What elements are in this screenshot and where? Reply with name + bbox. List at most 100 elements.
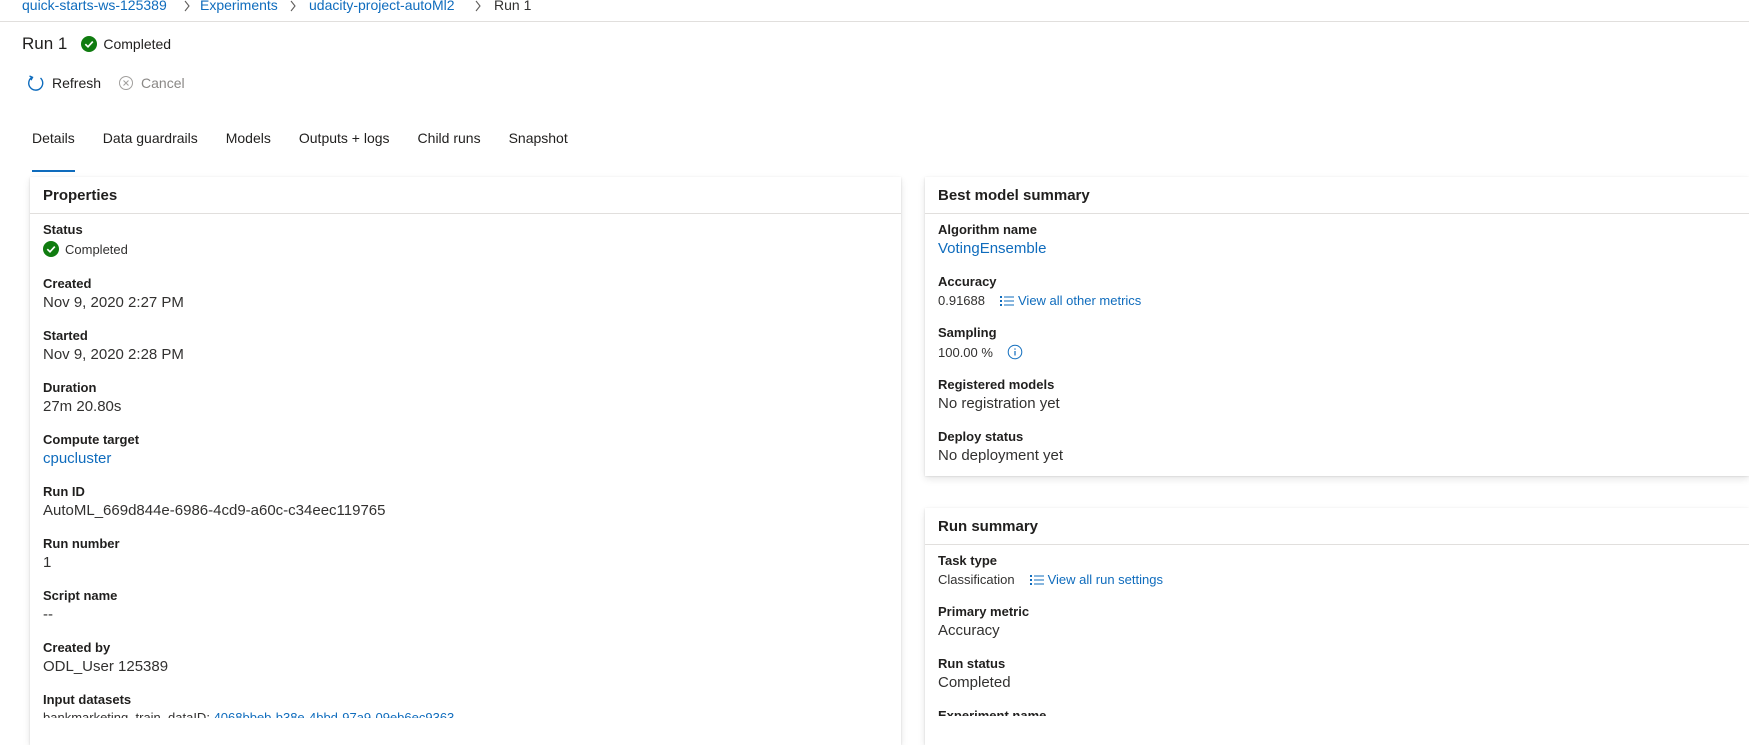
created-field: Created Nov 9, 2020 2:27 PM bbox=[43, 276, 184, 311]
script-name-value: -- bbox=[43, 606, 53, 623]
experiment-name-label: Experiment name bbox=[938, 708, 1047, 716]
run-id-value: AutoML_669d844e-6986-4cd9-a60c-c34eec119… bbox=[43, 502, 386, 519]
tab-models[interactable]: Models bbox=[216, 126, 281, 160]
compute-target-link[interactable]: cpucluster bbox=[43, 450, 139, 467]
breadcrumb-current: Run 1 bbox=[494, 0, 532, 13]
chevron-right-icon bbox=[290, 0, 296, 12]
breadcrumb-workspace[interactable]: quick-starts-ws-125389 bbox=[22, 0, 167, 13]
duration-value: 27m 20.80s bbox=[43, 398, 122, 415]
duration-label: Duration bbox=[43, 380, 97, 395]
accuracy-field: Accuracy 0.91688 View all other metrics bbox=[938, 274, 1141, 308]
check-circle-icon bbox=[81, 36, 98, 52]
refresh-icon bbox=[28, 75, 44, 91]
breadcrumb-experiments[interactable]: Experiments bbox=[200, 0, 278, 13]
duration-field: Duration 27m 20.80s bbox=[43, 380, 121, 415]
page-header: Run 1 Completed bbox=[22, 32, 171, 56]
sampling-row: 100.00 % bbox=[938, 344, 1023, 360]
task-type-row: Classification View all run settings bbox=[938, 572, 1163, 587]
registered-models-label: Registered models bbox=[938, 377, 1055, 392]
best-model-title: Best model summary bbox=[925, 177, 1749, 214]
tab-outputs-logs[interactable]: Outputs + logs bbox=[289, 126, 400, 160]
started-value: Nov 9, 2020 2:28 PM bbox=[43, 346, 184, 363]
refresh-button[interactable]: Refresh bbox=[27, 74, 101, 92]
primary-metric-value: Accuracy bbox=[938, 622, 1000, 639]
run-summary-card: Run summary Task type Classification Vie… bbox=[925, 508, 1749, 745]
script-name-field: Script name -- bbox=[43, 588, 117, 623]
run-number-field: Run number 1 bbox=[43, 536, 120, 571]
compute-target-label: Compute target bbox=[43, 432, 140, 447]
created-value: Nov 9, 2020 2:27 PM bbox=[43, 294, 184, 311]
status-badge: Completed bbox=[81, 36, 171, 52]
tab-bar: Details Data guardrails Models Outputs +… bbox=[22, 126, 586, 172]
tab-data-guardrails[interactable]: Data guardrails bbox=[93, 126, 208, 160]
deploy-status-value: No deployment yet bbox=[938, 447, 1064, 464]
algorithm-field: Algorithm name VotingEnsemble bbox=[938, 222, 1046, 257]
registered-models-value: No registration yet bbox=[938, 395, 1060, 412]
primary-metric-field: Primary metric Accuracy bbox=[938, 604, 1029, 639]
input-datasets-text: bankmarketing_train, dataID: bbox=[43, 710, 210, 718]
properties-title: Properties bbox=[30, 177, 901, 214]
view-metrics-link[interactable]: View all other metrics bbox=[1000, 293, 1141, 308]
run-number-label: Run number bbox=[43, 536, 120, 551]
chevron-right-icon bbox=[184, 0, 190, 12]
input-datasets-field: Input datasets bankmarketing_train, data… bbox=[43, 692, 454, 718]
cancel-label: Cancel bbox=[141, 75, 185, 91]
run-status-label: Run status bbox=[938, 656, 1006, 671]
tab-snapshot[interactable]: Snapshot bbox=[499, 126, 578, 160]
command-bar: Refresh Cancel bbox=[27, 74, 185, 92]
status-value-text: Completed bbox=[65, 241, 128, 257]
chevron-right-icon bbox=[475, 0, 481, 12]
run-id-field: Run ID AutoML_669d844e-6986-4cd9-a60c-c3… bbox=[43, 484, 386, 519]
registered-models-field: Registered models No registration yet bbox=[938, 377, 1060, 412]
status-label: Status bbox=[43, 222, 83, 237]
status-text: Completed bbox=[103, 36, 172, 52]
started-field: Started Nov 9, 2020 2:28 PM bbox=[43, 328, 184, 363]
cancel-icon bbox=[119, 76, 134, 90]
run-number-value: 1 bbox=[43, 554, 52, 571]
created-by-value: ODL_User 125389 bbox=[43, 658, 169, 675]
tab-details[interactable]: Details bbox=[22, 126, 85, 172]
best-model-card: Best model summary Algorithm name Voting… bbox=[925, 177, 1749, 476]
accuracy-row: 0.91688 View all other metrics bbox=[938, 293, 1141, 308]
view-run-settings-link[interactable]: View all run settings bbox=[1029, 572, 1163, 587]
created-label: Created bbox=[43, 276, 92, 291]
created-by-field: Created by ODL_User 125389 bbox=[43, 640, 168, 675]
accuracy-label: Accuracy bbox=[938, 274, 997, 289]
run-status-field: Run status Completed bbox=[938, 656, 1011, 691]
input-dataset-link[interactable]: 4068bbeb-b38e-4bbd-97a9-09eb6ec9363 bbox=[214, 710, 455, 718]
check-circle-icon bbox=[43, 241, 59, 257]
cancel-button[interactable]: Cancel bbox=[118, 75, 185, 91]
input-datasets-value: bankmarketing_train, dataID: 4068bbeb-b3… bbox=[43, 710, 454, 718]
compute-target-field: Compute target cpucluster bbox=[43, 432, 139, 467]
algorithm-label: Algorithm name bbox=[938, 222, 1037, 237]
task-type-value: Classification bbox=[938, 572, 1015, 587]
algorithm-link[interactable]: VotingEnsemble bbox=[938, 240, 1046, 257]
breadcrumb: quick-starts-ws-125389 Experiments udaci… bbox=[0, 0, 1749, 22]
deploy-status-field: Deploy status No deployment yet bbox=[938, 429, 1063, 464]
page-title: Run 1 bbox=[22, 34, 68, 53]
input-datasets-label: Input datasets bbox=[43, 692, 132, 707]
task-type-field: Task type Classification View all run se… bbox=[938, 553, 1163, 587]
list-icon bbox=[1000, 295, 1014, 306]
task-type-label: Task type bbox=[938, 553, 998, 568]
breadcrumb-experiment[interactable]: udacity-project-autoMl2 bbox=[309, 0, 455, 13]
primary-metric-label: Primary metric bbox=[938, 604, 1030, 619]
refresh-label: Refresh bbox=[52, 75, 102, 91]
sampling-value: 100.00 % bbox=[938, 344, 993, 360]
accuracy-value: 0.91688 bbox=[938, 293, 985, 308]
run-status-value: Completed bbox=[938, 674, 1011, 691]
run-summary-title: Run summary bbox=[925, 508, 1749, 545]
deploy-status-label: Deploy status bbox=[938, 429, 1024, 444]
started-label: Started bbox=[43, 328, 88, 343]
script-name-label: Script name bbox=[43, 588, 118, 603]
info-icon[interactable] bbox=[1007, 344, 1023, 360]
experiment-name-field: Experiment name bbox=[938, 708, 1046, 716]
list-icon bbox=[1029, 574, 1044, 585]
view-run-settings-label: View all run settings bbox=[1047, 572, 1163, 587]
properties-card: Properties Status Completed Created Nov … bbox=[30, 177, 901, 745]
status-field: Status Completed bbox=[43, 222, 128, 257]
sampling-field: Sampling 100.00 % bbox=[938, 325, 1023, 360]
created-by-label: Created by bbox=[43, 640, 111, 655]
tab-child-runs[interactable]: Child runs bbox=[408, 126, 491, 160]
view-metrics-label: View all other metrics bbox=[1018, 293, 1142, 308]
